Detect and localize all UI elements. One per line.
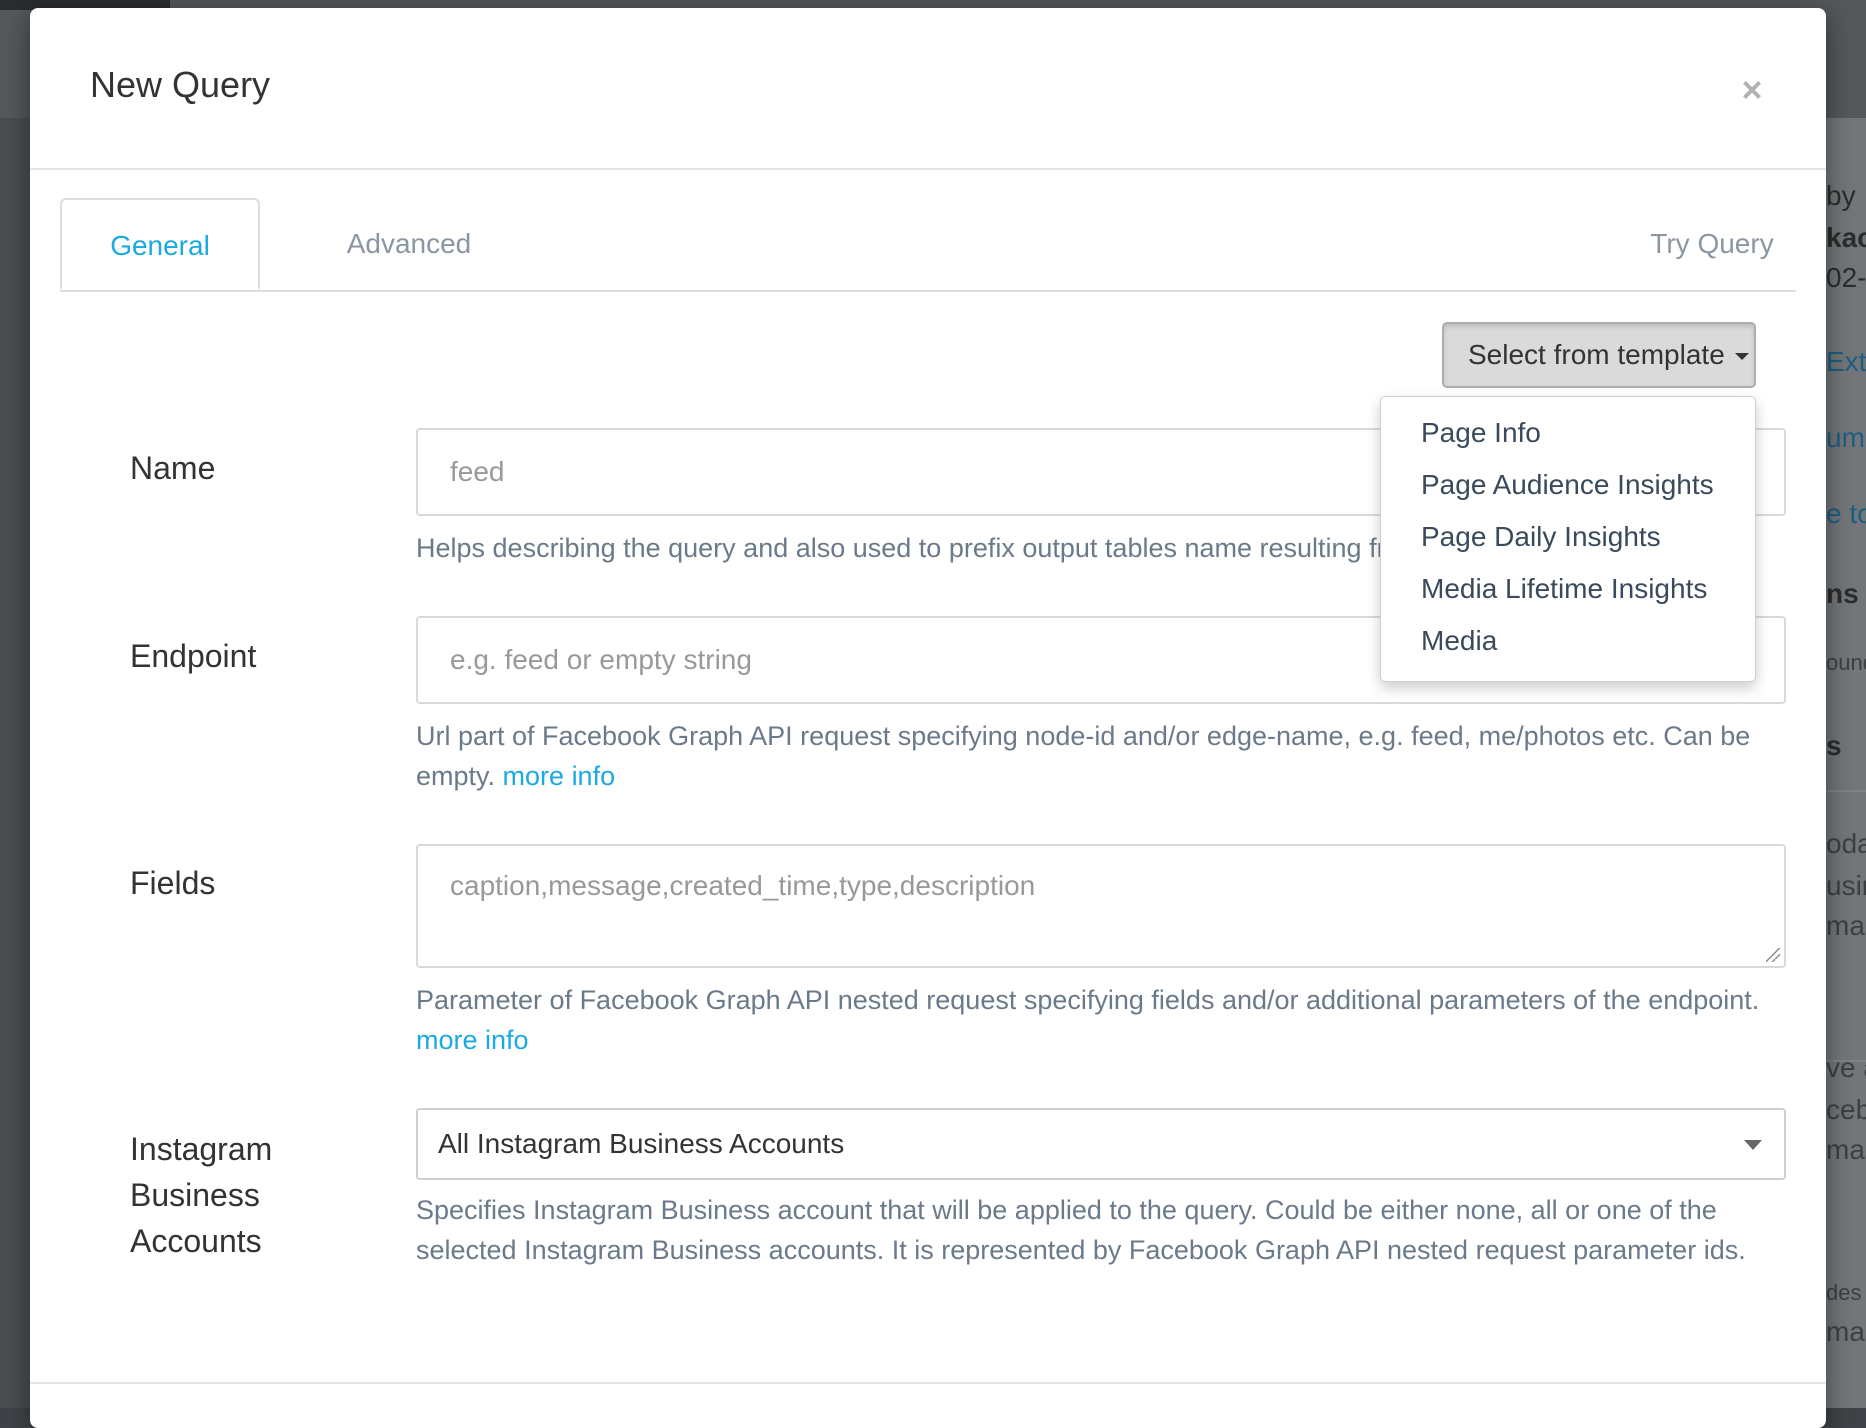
background-link: Ext [1826, 346, 1866, 377]
fields-label: Fields [130, 865, 216, 901]
template-item-page-info[interactable]: Page Info [1381, 407, 1755, 459]
fields-more-info-link[interactable]: more info [416, 1025, 529, 1055]
accounts-selected-value: All Instagram Business Accounts [438, 1128, 845, 1159]
background-text: mas [1826, 910, 1866, 941]
background-text: usine [1826, 870, 1866, 901]
chevron-down-icon [1744, 1140, 1762, 1150]
background-text: mas [1826, 1134, 1866, 1165]
tab-bar: General Advanced Try Query [60, 198, 1796, 292]
background-text: ns [1826, 578, 1859, 609]
accounts-help-text: Specifies Instagram Business account tha… [416, 1195, 1746, 1265]
accounts-label: Instagram Business Accounts [130, 1126, 272, 1264]
background-text: 02- [1826, 262, 1866, 293]
background-link: ume [1826, 422, 1866, 453]
accounts-select[interactable]: All Instagram Business Accounts [416, 1108, 1786, 1180]
background-left-strip [0, 118, 30, 1408]
new-query-modal: New Query × General Advanced Try Query S… [30, 8, 1826, 1428]
background-text: s [1826, 730, 1842, 761]
resize-handle-icon[interactable] [1766, 948, 1780, 962]
template-dropdown-menu: Page Info Page Audience Insights Page Da… [1380, 396, 1756, 682]
close-icon[interactable]: × [1732, 70, 1772, 110]
background-text: mas [1826, 1316, 1866, 1347]
background-divider [1826, 790, 1866, 792]
template-button-label: Select from template [1468, 339, 1725, 370]
endpoint-help-text: Url part of Facebook Graph API request s… [416, 716, 1796, 796]
name-help-text: Helps describing the query and also used… [416, 533, 1416, 563]
select-from-template-button[interactable]: Select from template [1442, 322, 1756, 388]
background-text: kac [1826, 222, 1866, 253]
caret-down-icon [1734, 353, 1749, 361]
fields-help-body: Parameter of Facebook Graph API nested r… [416, 985, 1760, 1015]
background-text: by [1826, 180, 1856, 211]
fields-help-text: Parameter of Facebook Graph API nested r… [416, 980, 1796, 1060]
background-link: e to [1826, 498, 1866, 529]
modal-header: New Query × [30, 8, 1826, 170]
modal-footer-divider [30, 1382, 1826, 1384]
endpoint-label: Endpoint [130, 638, 257, 674]
background-text: ceb [1826, 1094, 1866, 1125]
template-item-media[interactable]: Media [1381, 615, 1755, 667]
background-text: des [1826, 1280, 1862, 1305]
modal-title: New Query [90, 64, 271, 105]
background-text: odat [1826, 828, 1866, 859]
fields-placeholder: caption,message,created_time,type,descri… [450, 870, 1036, 901]
background-text: ound [1826, 650, 1866, 675]
fields-textarea[interactable]: caption,message,created_time,type,descri… [416, 844, 1786, 968]
template-item-page-audience-insights[interactable]: Page Audience Insights [1381, 459, 1755, 511]
name-label: Name [130, 450, 216, 486]
accounts-label-line: Business [130, 1177, 260, 1213]
accounts-label-line: Accounts [130, 1223, 262, 1259]
tab-try-query[interactable]: Try Query [1632, 198, 1792, 290]
template-item-page-daily-insights[interactable]: Page Daily Insights [1381, 511, 1755, 563]
tab-advanced[interactable]: Advanced [304, 198, 514, 290]
accounts-label-line: Instagram [130, 1131, 273, 1167]
background-text: ve a [1826, 1052, 1866, 1083]
background-right-panel [1826, 118, 1866, 1408]
endpoint-help-body: Url part of Facebook Graph API request s… [416, 721, 1751, 791]
tab-general[interactable]: General [60, 198, 260, 290]
endpoint-more-info-link[interactable]: more info [503, 761, 616, 791]
template-item-media-lifetime-insights[interactable]: Media Lifetime Insights [1381, 563, 1755, 615]
